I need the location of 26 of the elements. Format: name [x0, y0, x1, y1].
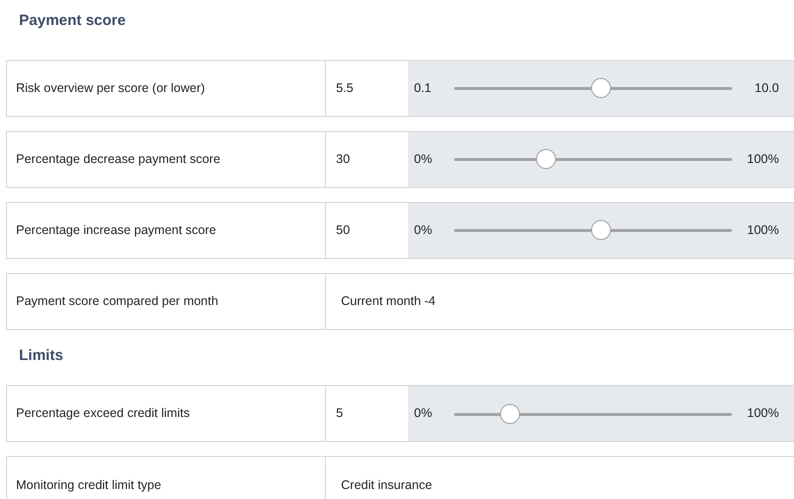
slider-min-label: 0%	[414, 150, 434, 168]
slider-thumb[interactable]	[591, 220, 612, 240]
section-title: Limits	[18, 346, 64, 366]
setting-label: Monitoring credit limit type	[16, 476, 162, 494]
section-title: Payment score	[18, 11, 127, 31]
slider-max-label: 10.0	[754, 80, 779, 97]
setting-value: 5	[336, 405, 343, 422]
setting-label: Percentage increase payment score	[16, 222, 216, 239]
slider-max-label: 100%	[747, 150, 779, 168]
slider-min-label: 0%	[414, 222, 434, 239]
slider-thumb[interactable]	[536, 149, 556, 169]
setting-label: Payment score compared per month	[16, 292, 218, 310]
setting-label: Percentage decrease payment score	[16, 150, 220, 168]
slider-max-label: 100%	[747, 222, 779, 239]
slider-max-label: 100%	[747, 405, 779, 422]
setting-label: Risk overview per score (or lower)	[16, 80, 205, 97]
setting-value: 30	[336, 150, 350, 168]
slider-thumb[interactable]	[591, 78, 612, 98]
slider-thumb[interactable]	[500, 404, 520, 424]
setting-value: Current month -4	[341, 292, 436, 310]
slider-min-label: 0.1	[414, 80, 432, 97]
setting-value: 50	[336, 222, 350, 239]
setting-value: Credit insurance	[341, 476, 432, 494]
setting-label: Percentage exceed credit limits	[16, 405, 190, 422]
setting-value: 5.5	[336, 80, 354, 97]
slider-min-label: 0%	[414, 405, 434, 422]
